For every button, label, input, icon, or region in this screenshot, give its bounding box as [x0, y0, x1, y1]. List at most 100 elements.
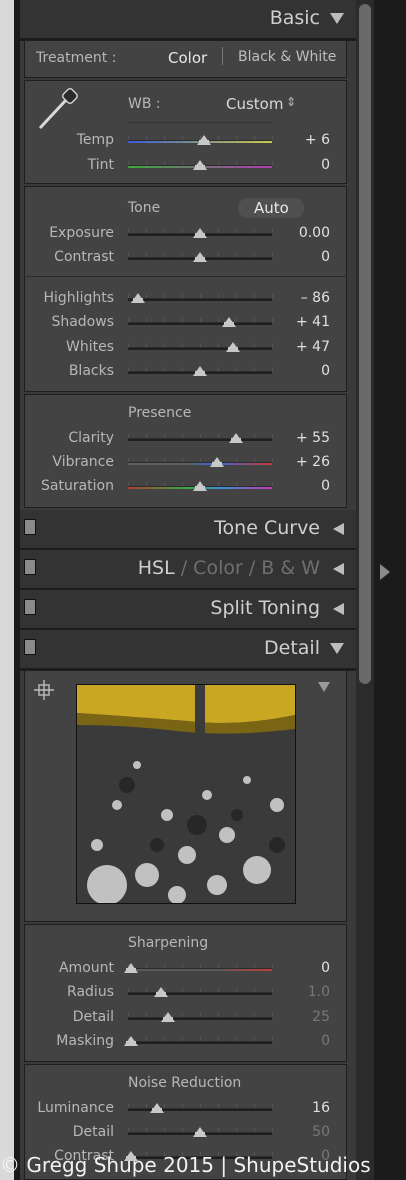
amount-slider-ticks	[128, 964, 273, 968]
contrast-value[interactable]: 0	[270, 249, 330, 265]
wb-select[interactable]: Custom	[226, 95, 283, 113]
temp-label: Temp	[76, 132, 114, 148]
blacks-slider-handle[interactable]	[193, 366, 207, 376]
triangle-left-icon[interactable]	[333, 603, 344, 615]
tab-bw[interactable]: B & W	[261, 557, 320, 579]
radius-label: Radius	[67, 984, 114, 1000]
temp-slider-handle[interactable]	[197, 135, 212, 145]
clarity-slider-track[interactable]	[128, 438, 272, 441]
triangle-left-icon[interactable]	[333, 523, 344, 535]
radius-value[interactable]: 1.0	[270, 984, 330, 1000]
masking-label: Masking	[56, 1033, 114, 1049]
luminance-value[interactable]: 16	[270, 1100, 330, 1116]
detail-value[interactable]: 25	[270, 1009, 330, 1025]
highlights-slider-track[interactable]	[128, 298, 272, 301]
vibrance-slider-ticks	[128, 458, 273, 462]
clarity-slider-ticks	[128, 434, 273, 438]
blacks-value[interactable]: 0	[270, 363, 330, 379]
vibrance-slider-handle[interactable]	[210, 457, 225, 467]
tone-curve-panel-header[interactable]: Tone Curve	[20, 510, 356, 551]
wb-label: WB :	[128, 96, 161, 112]
tab-color[interactable]: Color	[193, 557, 243, 579]
clarity-value[interactable]: + 55	[270, 430, 330, 446]
split-toning-panel-header[interactable]: Split Toning	[20, 590, 356, 631]
nr-detail-value[interactable]: 50	[270, 1124, 330, 1140]
sharpening-label: Sharpening	[128, 935, 209, 951]
highlights-value[interactable]: – 86	[270, 290, 330, 306]
radius-slider-track[interactable]	[128, 992, 272, 995]
masking-slider-track[interactable]	[128, 1041, 272, 1044]
shadows-slider-handle[interactable]	[221, 317, 236, 327]
detail-slider-track[interactable]	[128, 1017, 272, 1020]
treatment-label: Treatment :	[36, 50, 117, 66]
detail-slider-handle[interactable]	[161, 1012, 176, 1022]
tab-hsl[interactable]: HSL	[138, 557, 175, 579]
blacks-label: Blacks	[68, 363, 114, 379]
tint-value[interactable]: 0	[270, 157, 330, 173]
treatment-bw-button[interactable]: Black & White	[238, 49, 336, 65]
left-edge	[0, 0, 14, 1180]
whites-slider-track[interactable]	[128, 347, 272, 350]
shadows-value[interactable]: + 41	[270, 314, 330, 330]
luminance-slider-handle[interactable]	[149, 1103, 164, 1113]
panel-switch-icon[interactable]	[24, 519, 36, 535]
basic-panel-header[interactable]: Basic	[20, 0, 356, 41]
detail-slider-ticks	[128, 1013, 273, 1017]
detail-preview-image[interactable]	[76, 684, 296, 904]
vibrance-value[interactable]: + 26	[270, 454, 330, 470]
temp-value[interactable]: + 6	[270, 132, 330, 148]
triangle-down-icon[interactable]	[330, 643, 344, 654]
exposure-slider-handle[interactable]	[193, 228, 207, 238]
highlights-slider-handle[interactable]	[131, 293, 146, 303]
triangle-left-icon[interactable]	[333, 563, 344, 575]
tone-label: Tone	[128, 200, 161, 216]
vibrance-slider-track[interactable]	[128, 462, 272, 465]
radius-slider-handle[interactable]	[154, 987, 169, 997]
clarity-slider-handle[interactable]	[229, 433, 243, 443]
clarity-label: Clarity	[68, 430, 114, 446]
highlights-label: Highlights	[43, 290, 115, 306]
split-toning-title: Split Toning	[210, 597, 320, 619]
contrast-slider-handle[interactable]	[193, 252, 207, 262]
hsl-tabs: HSL / Color / B & W	[138, 557, 320, 579]
preview-toggle-icon[interactable]	[318, 682, 330, 692]
luminance-label: Luminance	[37, 1100, 114, 1116]
nr-detail-slider-handle[interactable]	[193, 1127, 207, 1137]
vibrance-label: Vibrance	[52, 454, 114, 470]
saturation-label: Saturation	[41, 478, 114, 494]
target-crosshair-icon[interactable]	[34, 680, 54, 700]
detail-panel-header[interactable]: Detail	[20, 630, 356, 671]
masking-slider-handle[interactable]	[123, 1036, 138, 1046]
panel-toggle-arrow-icon[interactable]	[380, 564, 390, 580]
tint-slider-handle[interactable]	[193, 160, 207, 170]
triangle-down-icon[interactable]	[330, 13, 344, 24]
wb-select-arrows-icon[interactable]: ⇕	[286, 95, 296, 109]
exposure-label: Exposure	[49, 225, 114, 241]
amount-slider-track[interactable]	[128, 968, 272, 971]
amount-slider-handle[interactable]	[123, 963, 138, 973]
highlights-slider-ticks	[128, 294, 273, 298]
whites-value[interactable]: + 47	[270, 339, 330, 355]
hsl-slash: /	[248, 557, 256, 579]
radius-slider-ticks	[128, 988, 273, 992]
amount-value[interactable]: 0	[270, 960, 330, 976]
scrollbar-thumb[interactable]	[359, 4, 371, 684]
amount-label: Amount	[58, 960, 114, 976]
exposure-value[interactable]: 0.00	[270, 225, 330, 241]
hsl-panel-header[interactable]: HSL / Color / B & W	[20, 550, 356, 591]
shadows-slider-track[interactable]	[128, 322, 272, 325]
treatment-divider	[222, 47, 223, 65]
whites-slider-handle[interactable]	[226, 342, 241, 352]
shadows-label: Shadows	[51, 314, 114, 330]
panel-switch-icon[interactable]	[24, 559, 36, 575]
panel-switch-icon[interactable]	[24, 599, 36, 615]
treatment-color-button[interactable]: Color	[168, 49, 207, 67]
panel-switch-icon[interactable]	[24, 639, 36, 655]
saturation-value[interactable]: 0	[270, 478, 330, 494]
detail-label: Detail	[72, 1009, 114, 1025]
noise-reduction-label: Noise Reduction	[128, 1075, 242, 1091]
eyedropper-icon[interactable]	[34, 86, 82, 132]
saturation-slider-handle[interactable]	[193, 481, 207, 491]
masking-value[interactable]: 0	[270, 1033, 330, 1049]
contrast-label: Contrast	[54, 249, 114, 265]
